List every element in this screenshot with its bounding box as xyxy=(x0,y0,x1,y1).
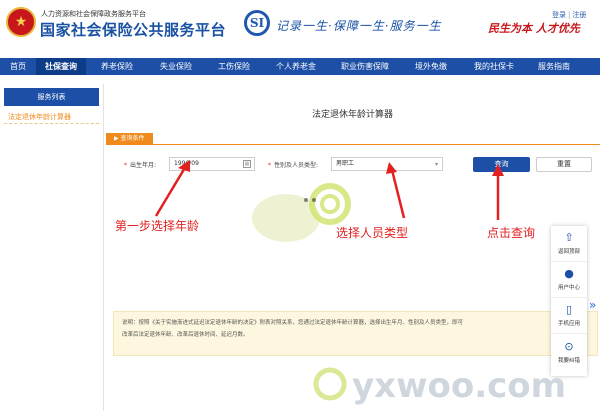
type-label-text: 性别及人员类型: xyxy=(274,162,319,169)
reset-button[interactable]: 重置 xyxy=(536,157,592,172)
annotation-arrow-2 xyxy=(386,162,406,219)
nav-item-6[interactable]: 职业伤害保障 xyxy=(328,58,402,75)
site-subtitle: 人力资源和社会保障政务服务平台 xyxy=(41,10,146,18)
login-link[interactable]: 登录 xyxy=(552,11,566,19)
report-error-label: 我要纠错 xyxy=(557,357,580,364)
annotation-arrow-1 xyxy=(154,160,190,217)
motto: 民生为本 人才优先 xyxy=(488,22,580,35)
person-type-value: 男职工 xyxy=(336,160,355,167)
user-icon: ● xyxy=(564,267,574,280)
chevron-down-icon: ▾ xyxy=(434,161,438,168)
back-to-top-button[interactable]: ⇧ 返回顶部 xyxy=(551,226,587,262)
slogan: 记录一生·保障一生·服务一生 xyxy=(276,19,442,33)
site-title[interactable]: 国家社会保险公共服务平台 xyxy=(40,19,226,40)
register-link[interactable]: 注册 xyxy=(572,11,586,19)
back-to-top-label: 返回顶部 xyxy=(557,249,580,255)
page-title: 法定退休年龄计算器 xyxy=(312,110,394,120)
float-tool-panel: ⇧ 返回顶部 ● 用户中心 ▯ 手机应用 ⊙ 我要纠错 xyxy=(551,226,587,376)
arrow-up-icon: ⇧ xyxy=(564,231,574,244)
nav-item-7[interactable]: 境外免缴 xyxy=(402,58,460,75)
sidebar-title: 服务列表 xyxy=(4,88,99,106)
conditions-bar: ▶ 查询条件 xyxy=(106,133,600,145)
calendar-icon[interactable]: ▦ xyxy=(243,160,251,168)
nav-item-1[interactable]: 社保查询 xyxy=(36,58,86,75)
required-mark: * xyxy=(268,162,271,169)
annotation-arrow-3 xyxy=(492,164,504,220)
annotation-step2: 选择人员类型 xyxy=(336,226,409,240)
type-label: * 性别及人员类型: xyxy=(268,160,318,169)
watermark-logo-icon xyxy=(313,367,347,401)
nav-item-3[interactable]: 失业保险 xyxy=(148,58,204,75)
social-insurance-logo-icon: SI xyxy=(244,10,270,36)
required-mark: * xyxy=(124,162,127,169)
nav-item-0[interactable]: 首页 xyxy=(0,58,36,75)
magnifier-icon: ⊙ xyxy=(564,339,574,353)
main-nav: 首页 社保查询 养老保险 失业保险 工伤保险 个人养老金 职业伤害保障 境外免缴 我的社保卡 服务… xyxy=(0,58,600,75)
conditions-label: 查询条件 xyxy=(120,135,145,142)
nav-item-5[interactable]: 个人养老金 xyxy=(264,58,328,75)
info-notice: 说明：按照《关于实施渐进式延迟法定退休年龄的决定》附表对照关系，您通过法定退休年… xyxy=(113,311,598,356)
report-error-button[interactable]: ⊙ 我要纠错 xyxy=(551,334,587,370)
nav-item-4[interactable]: 工伤保险 xyxy=(204,58,264,75)
nav-item-2[interactable]: 养老保险 xyxy=(86,58,148,75)
sidebar-item-retirement-calculator[interactable]: 法定退休年龄计算器 xyxy=(4,110,99,124)
info-text-line-2: 改革后法定退休年龄、改革后退休时间、延迟月数。 xyxy=(122,332,249,338)
conditions-tab: ▶ 查询条件 xyxy=(106,133,153,145)
auth-separator: | xyxy=(568,11,571,19)
sidebar: 服务列表 法定退休年龄计算器 xyxy=(0,84,104,411)
info-text-line-1: 说明：按照《关于实施渐进式延迟法定退休年龄的决定》附表对照关系，您通过法定退休年… xyxy=(122,320,464,326)
phone-icon: ▯ xyxy=(565,303,573,316)
page: ★ 人力资源和社会保障政务服务平台 国家社会保险公共服务平台 SI 记录一生·保… xyxy=(0,0,600,411)
nav-item-8[interactable]: 我的社保卡 xyxy=(460,58,528,75)
mobile-app-label: 手机应用 xyxy=(557,321,580,327)
watermark-text: yxwoo.com xyxy=(352,366,567,406)
nav-item-9[interactable]: 服务指南 xyxy=(528,58,580,75)
user-center-label: 用户中心 xyxy=(557,285,580,291)
national-emblem-icon: ★ xyxy=(6,7,36,37)
mobile-app-button[interactable]: ▯ 手机应用 xyxy=(551,298,587,334)
auth-links: 登录 | 注册 xyxy=(552,10,586,20)
expand-panel-icon[interactable]: » xyxy=(589,298,596,312)
site-header: ★ 人力资源和社会保障政务服务平台 国家社会保险公共服务平台 SI 记录一生·保… xyxy=(0,0,600,58)
user-center-button[interactable]: ● 用户中心 xyxy=(551,262,587,298)
annotation-step3: 点击查询 xyxy=(487,226,536,240)
